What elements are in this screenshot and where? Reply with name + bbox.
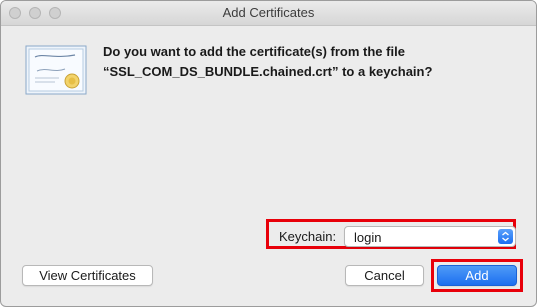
- keychain-select[interactable]: login: [344, 226, 516, 247]
- keychain-label: Keychain:: [279, 229, 337, 244]
- certificate-icon: [25, 45, 87, 95]
- add-button[interactable]: Add: [437, 265, 517, 286]
- view-certificates-button[interactable]: View Certificates: [22, 265, 153, 286]
- keychain-selected-value: login: [354, 230, 382, 245]
- message-line-2: “SSL_COM_DS_BUNDLE.chained.crt” to a key…: [103, 64, 433, 79]
- chevron-up-down-icon: [498, 229, 513, 244]
- window-title: Add Certificates: [222, 5, 315, 20]
- title-bar: Add Certificates: [1, 1, 536, 26]
- add-certificates-dialog: Add Certificates Do you want to add the …: [0, 0, 537, 307]
- cancel-button[interactable]: Cancel: [345, 265, 424, 286]
- message-line-1: Do you want to add the certificate(s) fr…: [103, 44, 405, 59]
- dialog-message: Do you want to add the certificate(s) fr…: [103, 42, 523, 82]
